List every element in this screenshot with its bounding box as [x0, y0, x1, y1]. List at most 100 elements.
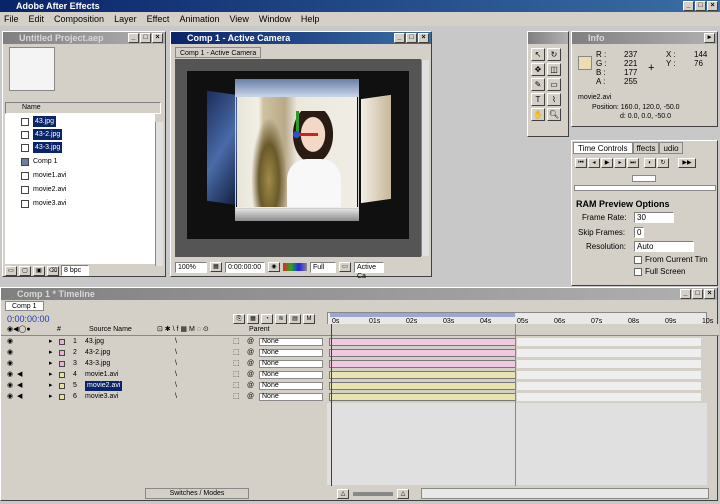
full-screen-option[interactable]: Full Screen: [634, 267, 685, 276]
timeline-layer-row[interactable]: ◉ ▸ 3 43-3.jpg \ ⬚ @ None: [1, 359, 719, 369]
layer-source-name[interactable]: movie1.avi: [85, 370, 118, 380]
from-current-time-option[interactable]: From Current Tim: [634, 255, 708, 264]
layer-source-name[interactable]: 43-3.jpg: [85, 359, 110, 369]
maximize-button[interactable]: □: [695, 1, 706, 11]
expand-triangle-icon[interactable]: ▸: [49, 392, 53, 402]
audio-icon[interactable]: ◐: [644, 158, 656, 168]
parent-select[interactable]: None: [259, 371, 323, 379]
first-frame-icon[interactable]: ⏮: [575, 158, 587, 168]
zoom-select[interactable]: 100%: [175, 261, 207, 273]
parent-pickwhip-icon[interactable]: @: [247, 370, 254, 380]
menu-composition[interactable]: Composition: [54, 12, 104, 26]
minimize-button[interactable]: _: [683, 1, 694, 11]
menu-layer[interactable]: Layer: [114, 12, 137, 26]
zoom-tool-icon[interactable]: 🔍︎: [547, 108, 561, 121]
loop-icon[interactable]: ↻: [657, 158, 669, 168]
project-item-comp1[interactable]: Comp 1: [21, 156, 58, 167]
bpc-indicator[interactable]: 8 bpc: [61, 265, 89, 276]
layer-duration-bar[interactable]: [329, 360, 516, 368]
expand-triangle-icon[interactable]: ▸: [49, 370, 53, 380]
next-frame-icon[interactable]: ▸: [614, 158, 626, 168]
tab-time-controls[interactable]: Time Controls: [573, 142, 633, 154]
info-tab[interactable]: Info: [588, 33, 605, 43]
project-scrollbar[interactable]: [155, 122, 163, 266]
pen-tool-icon[interactable]: ✎: [531, 78, 545, 91]
layer-duration-bar[interactable]: [329, 382, 516, 390]
hand-tool-icon[interactable]: ✋: [531, 108, 545, 121]
layer-source-name[interactable]: 43-2.jpg: [85, 348, 110, 358]
current-time-indicator[interactable]: [331, 324, 332, 486]
3d-layer-icon[interactable]: ⬚: [233, 359, 240, 369]
frame-blending-icon[interactable]: ▤: [289, 314, 301, 324]
skip-frames-field[interactable]: 0: [634, 227, 644, 238]
ram-preview-icon[interactable]: ▶▶: [678, 158, 696, 168]
project-item-movie1[interactable]: movie1.avi: [21, 170, 66, 181]
layer-source-name[interactable]: movie2.avi: [85, 381, 123, 391]
jog-control[interactable]: [632, 175, 656, 182]
comp-tab[interactable]: Comp 1 - Active Camera: [175, 47, 262, 58]
timeline-horizontal-scrollbar[interactable]: [421, 488, 709, 499]
timeline-zoom-slider[interactable]: [353, 491, 393, 496]
column-parent[interactable]: Parent: [249, 324, 270, 336]
label-color-swatch[interactable]: [59, 372, 65, 378]
layer-source-name[interactable]: movie3.avi: [85, 392, 118, 402]
new-folder-icon[interactable]: ▢: [19, 265, 31, 276]
expand-triangle-icon[interactable]: ▸: [49, 337, 53, 347]
project-item-movie3[interactable]: movie3.avi: [21, 198, 66, 209]
expand-triangle-icon[interactable]: ▸: [49, 359, 53, 369]
project-column-header[interactable]: Name: [5, 102, 161, 114]
parent-pickwhip-icon[interactable]: @: [247, 337, 254, 347]
quality-switch-icon[interactable]: \: [175, 348, 177, 358]
label-color-swatch[interactable]: [59, 383, 65, 389]
project-item-43jpg[interactable]: 43.jpg: [21, 116, 57, 127]
mask-tool-icon[interactable]: ▭: [547, 78, 561, 91]
zoom-out-icon[interactable]: △: [337, 488, 349, 499]
timeline-layer-row[interactable]: ◉ ◀ ▸ 4 movie1.avi \ ⬚ @ None: [1, 370, 719, 380]
project-item-43-3jpg[interactable]: 43-3.jpg: [21, 142, 63, 153]
timeline-close-button[interactable]: ×: [704, 289, 715, 299]
menu-view[interactable]: View: [229, 12, 248, 26]
previous-frame-icon[interactable]: ◂: [588, 158, 600, 168]
eye-icon[interactable]: ◉: [7, 348, 13, 358]
3d-layer-icon[interactable]: ⬚: [233, 337, 240, 347]
quality-switch-icon[interactable]: \: [175, 337, 177, 347]
quality-switch-icon[interactable]: \: [175, 381, 177, 391]
interpret-footage-button[interactable]: ▭: [5, 265, 17, 276]
draft-3d-icon[interactable]: ◔: [261, 314, 273, 324]
expand-triangle-icon[interactable]: ▸: [49, 348, 53, 358]
resolution-select[interactable]: Full: [310, 261, 336, 273]
speaker-icon[interactable]: ◀: [17, 370, 22, 380]
live-update-icon[interactable]: ▦: [247, 314, 259, 324]
menu-window[interactable]: Window: [259, 12, 291, 26]
parent-pickwhip-icon[interactable]: @: [247, 348, 254, 358]
from-current-time-checkbox[interactable]: [634, 255, 642, 264]
shuttle-slider[interactable]: [574, 185, 716, 191]
menu-animation[interactable]: Animation: [179, 12, 219, 26]
3d-layer-icon[interactable]: ⬚: [233, 370, 240, 380]
3d-layer-icon[interactable]: ⬚: [233, 381, 240, 391]
speaker-icon[interactable]: ◀: [17, 381, 22, 391]
full-screen-checkbox[interactable]: [634, 267, 642, 276]
z-axis-handle[interactable]: [293, 131, 300, 138]
label-color-swatch[interactable]: [59, 361, 65, 367]
parent-select[interactable]: None: [259, 338, 323, 346]
region-of-interest-button[interactable]: ▭: [339, 262, 351, 272]
timeline-timecode[interactable]: 0:00:00:00: [7, 314, 50, 324]
frame-rate-select[interactable]: 30: [634, 212, 674, 223]
text-tool-icon[interactable]: T: [531, 93, 545, 106]
brush-tool-icon[interactable]: ⌇: [547, 93, 561, 106]
play-icon[interactable]: ▶: [601, 158, 613, 168]
quality-switch-icon[interactable]: \: [175, 392, 177, 402]
selection-tool-icon[interactable]: ↖: [531, 48, 545, 61]
3d-layer-icon[interactable]: ⬚: [233, 348, 240, 358]
project-minimize-button[interactable]: _: [128, 33, 139, 43]
timeline-comp-tab[interactable]: Comp 1: [5, 301, 44, 311]
timeline-layer-row[interactable]: ◉ ◀ ▸ 6 movie3.avi \ ⬚ @ None: [1, 392, 719, 402]
speaker-icon[interactable]: ◀: [17, 392, 22, 402]
timeline-minimize-button[interactable]: _: [680, 289, 691, 299]
parent-pickwhip-icon[interactable]: @: [247, 381, 254, 391]
comp-vertical-scrollbar[interactable]: [421, 60, 429, 256]
comp-viewer-area[interactable]: [175, 59, 421, 257]
project-maximize-button[interactable]: □: [140, 33, 151, 43]
expand-triangle-icon[interactable]: ▸: [49, 381, 53, 391]
